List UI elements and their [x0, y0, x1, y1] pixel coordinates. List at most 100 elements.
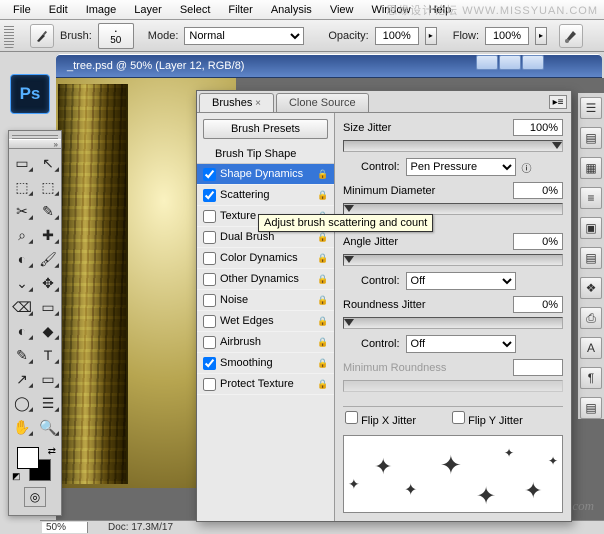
brush-option-checkbox[interactable] [203, 252, 216, 265]
brush-option-checkbox[interactable] [203, 336, 216, 349]
menu-view[interactable]: View [321, 2, 363, 18]
brush-option-checkbox[interactable] [203, 294, 216, 307]
flow-field[interactable] [485, 27, 529, 45]
dock-button-1[interactable]: ▤ [580, 127, 602, 149]
brush-option-shape-dynamics[interactable]: Shape Dynamics🔒 [197, 164, 334, 185]
swap-colors-icon[interactable]: ⇄ [48, 446, 56, 457]
zoom-field[interactable]: 50% [42, 522, 88, 533]
tool-button-8[interactable]: ◐◢ [9, 247, 35, 271]
tool-button-16[interactable]: ✎◢ [9, 343, 35, 367]
tool-button-0[interactable]: ▭◢ [9, 151, 35, 175]
roundness-jitter-slider[interactable] [343, 317, 563, 329]
angle-jitter-field[interactable] [513, 233, 563, 250]
tool-button-15[interactable]: ◆◢ [35, 319, 61, 343]
tool-preset-picker[interactable] [30, 24, 54, 48]
flip-x-jitter-checkbox[interactable]: Flip X Jitter [345, 411, 416, 427]
tool-button-14[interactable]: ◐◢ [9, 319, 35, 343]
menu-analysis[interactable]: Analysis [262, 2, 321, 18]
foreground-color-swatch[interactable] [17, 447, 39, 469]
angle-jitter-slider[interactable] [343, 254, 563, 266]
brush-option-checkbox[interactable] [203, 357, 216, 370]
brush-option-checkbox[interactable] [203, 378, 216, 391]
brush-option-noise[interactable]: Noise🔒 [197, 290, 334, 311]
angle-control-select[interactable]: Off [406, 272, 516, 290]
brush-option-scattering[interactable]: Scattering🔒 [197, 185, 334, 206]
dock-button-9[interactable]: ¶ [580, 367, 602, 389]
menu-file[interactable]: File [4, 2, 40, 18]
dock-button-2[interactable]: ▦ [580, 157, 602, 179]
flow-stepper[interactable]: ▸ [535, 27, 547, 45]
lock-icon[interactable]: 🔒 [316, 251, 330, 265]
brush-option-smoothing[interactable]: Smoothing🔒 [197, 353, 334, 374]
size-control-select[interactable]: Pen Pressure [406, 158, 516, 176]
lock-icon[interactable]: 🔒 [316, 314, 330, 328]
menu-image[interactable]: Image [77, 2, 126, 18]
menu-filter[interactable]: Filter [219, 2, 261, 18]
tab-brushes[interactable]: Brushes [199, 93, 274, 112]
lock-icon[interactable]: 🔒 [316, 272, 330, 286]
brush-option-checkbox[interactable] [203, 189, 216, 202]
tool-button-2[interactable]: ⬚◢ [9, 175, 35, 199]
menu-edit[interactable]: Edit [40, 2, 77, 18]
opacity-stepper[interactable]: ▸ [425, 27, 437, 45]
lock-icon[interactable]: 🔒 [316, 230, 330, 244]
tool-button-5[interactable]: ✎◢ [35, 199, 61, 223]
tool-button-1[interactable]: ↖◢ [35, 151, 61, 175]
size-jitter-slider[interactable] [343, 140, 563, 152]
brush-presets-button[interactable]: Brush Presets [203, 119, 328, 139]
dock-button-5[interactable]: ▤ [580, 247, 602, 269]
blend-mode-select[interactable]: Normal [184, 27, 304, 45]
roundness-control-select[interactable]: Off [406, 335, 516, 353]
tool-button-17[interactable]: T◢ [35, 343, 61, 367]
tool-button-12[interactable]: ⌫◢ [9, 295, 35, 319]
tool-button-13[interactable]: ▭◢ [35, 295, 61, 319]
menu-layer[interactable]: Layer [125, 2, 171, 18]
dock-button-3[interactable]: ≡ [580, 187, 602, 209]
tool-button-18[interactable]: ↗◢ [9, 367, 35, 391]
brush-tip-shape[interactable]: Brush Tip Shape [197, 145, 334, 164]
default-colors-icon[interactable]: ◩ [12, 471, 21, 482]
tool-button-21[interactable]: ☰◢ [35, 391, 61, 415]
tool-button-19[interactable]: ▭◢ [35, 367, 61, 391]
brush-option-airbrush[interactable]: Airbrush🔒 [197, 332, 334, 353]
lock-icon[interactable]: 🔒 [316, 188, 330, 202]
toolbox-collapse[interactable]: » [9, 139, 61, 149]
tool-button-4[interactable]: ✂◢ [9, 199, 35, 223]
tool-button-23[interactable]: 🔍◢ [35, 415, 61, 439]
roundness-jitter-field[interactable] [513, 296, 563, 313]
lock-icon[interactable]: 🔒 [316, 293, 330, 307]
lock-icon[interactable]: 🔒 [316, 335, 330, 349]
dock-button-0[interactable]: ☰ [580, 97, 602, 119]
brush-option-other-dynamics[interactable]: Other Dynamics🔒 [197, 269, 334, 290]
lock-icon[interactable]: 🔒 [316, 356, 330, 370]
opacity-field[interactable] [375, 27, 419, 45]
brush-option-checkbox[interactable] [203, 273, 216, 286]
quick-mask-toggle[interactable]: ◎ [24, 487, 46, 507]
lock-icon[interactable]: 🔒 [316, 167, 330, 181]
tool-button-20[interactable]: ◯◢ [9, 391, 35, 415]
tool-button-9[interactable]: 🖌◢ [35, 247, 61, 271]
maximize-button[interactable] [499, 55, 521, 70]
dock-button-10[interactable]: ▤ [580, 397, 602, 419]
brush-picker[interactable]: · 50 [98, 23, 134, 49]
tool-button-10[interactable]: ⌄◢ [9, 271, 35, 295]
minimize-button[interactable] [476, 55, 498, 70]
brush-option-wet-edges[interactable]: Wet Edges🔒 [197, 311, 334, 332]
brush-option-checkbox[interactable] [203, 231, 216, 244]
flip-y-jitter-checkbox[interactable]: Flip Y Jitter [452, 411, 523, 427]
lock-icon[interactable]: 🔒 [316, 377, 330, 391]
brush-option-color-dynamics[interactable]: Color Dynamics🔒 [197, 248, 334, 269]
tool-button-22[interactable]: ✋◢ [9, 415, 35, 439]
tab-clone-source[interactable]: Clone Source [276, 93, 369, 112]
dock-button-4[interactable]: ▣ [580, 217, 602, 239]
min-diameter-field[interactable] [513, 182, 563, 199]
airbrush-toggle-icon[interactable] [559, 24, 583, 48]
pen-info-icon[interactable]: ⓘ [522, 160, 532, 175]
dock-button-7[interactable]: ⎙ [580, 307, 602, 329]
brush-option-protect-texture[interactable]: Protect Texture🔒 [197, 374, 334, 395]
options-grip[interactable] [4, 24, 14, 48]
panel-flyout-menu[interactable]: ▸≡ [549, 95, 567, 109]
brush-option-checkbox[interactable] [203, 210, 216, 223]
tool-button-11[interactable]: ✥◢ [35, 271, 61, 295]
brush-option-checkbox[interactable] [203, 168, 216, 181]
